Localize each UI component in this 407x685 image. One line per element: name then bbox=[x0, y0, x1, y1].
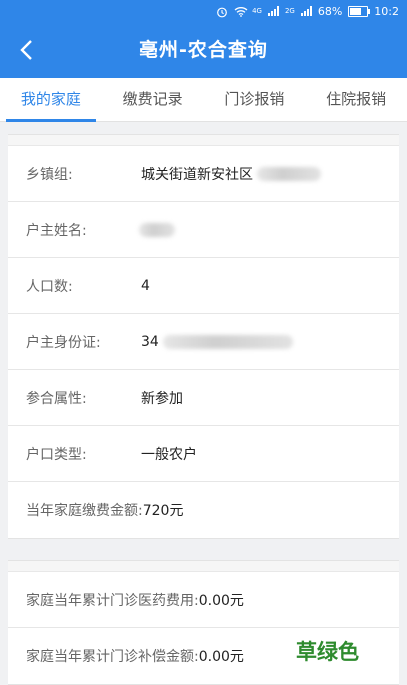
tab-my-family[interactable]: 我的家庭 bbox=[0, 78, 102, 122]
population-value: 4 bbox=[141, 277, 150, 294]
id-value: 34 bbox=[141, 333, 159, 350]
page-title: 亳州-农合查询 bbox=[139, 39, 268, 61]
outpatient-cost-label: 家庭当年累计门诊医药费用: bbox=[26, 592, 199, 609]
id-label: 户主身份证: bbox=[26, 334, 101, 351]
tab-payment-records[interactable]: 缴费记录 bbox=[102, 78, 204, 122]
battery-icon bbox=[348, 5, 371, 17]
outpatient-comp-value: 0.00元 bbox=[198, 649, 244, 665]
fee-value: 720元 bbox=[142, 503, 184, 519]
row-head-name: 户主姓名: bbox=[8, 202, 399, 258]
tab-outpatient-reimbursement[interactable]: 门诊报销 bbox=[204, 78, 306, 122]
battery-percent: 68% bbox=[317, 4, 343, 18]
household-label: 户口类型: bbox=[26, 446, 87, 463]
fee-label: 当年家庭缴费金额: bbox=[26, 503, 143, 519]
status-bar: 4G 2G 68% 10:2 bbox=[0, 0, 407, 22]
card-top-strip bbox=[8, 135, 399, 146]
network-label: 4G bbox=[252, 7, 262, 15]
alarm-icon bbox=[216, 6, 228, 18]
redacted-mask bbox=[139, 222, 175, 237]
outpatient-summary-card: 家庭当年累计门诊医药费用: 0.00元 家庭当年累计门诊补偿金额: 0.00元 bbox=[8, 560, 399, 685]
redacted-mask bbox=[257, 166, 321, 181]
outpatient-cost-value: 0.00元 bbox=[198, 592, 244, 609]
clock: 10:2 bbox=[374, 4, 399, 18]
network2-label: 2G bbox=[284, 7, 295, 15]
card-top-strip bbox=[8, 561, 399, 572]
tab-bar: 我的家庭 缴费记录 门诊报销 住院报销 bbox=[0, 78, 407, 122]
town-label: 乡镇组: bbox=[26, 166, 73, 183]
enroll-label: 参合属性: bbox=[26, 390, 87, 407]
row-outpatient-cost: 家庭当年累计门诊医药费用: 0.00元 bbox=[8, 572, 399, 628]
signal-icon bbox=[267, 6, 279, 16]
row-annual-fee: 当年家庭缴费金额: 720元 bbox=[8, 482, 399, 538]
household-value: 一般农户 bbox=[141, 446, 197, 463]
enroll-value: 新参加 bbox=[141, 390, 183, 407]
head-name-label: 户主姓名: bbox=[26, 222, 87, 239]
town-value: 城关街道新安社区 bbox=[141, 166, 253, 183]
family-info-card: 乡镇组: 城关街道新安社区 户主姓名: 人口数: 4 户主身份证: 34 参合属… bbox=[8, 134, 399, 539]
row-town: 乡镇组: 城关街道新安社区 bbox=[8, 146, 399, 202]
row-id-number: 户主身份证: 34 bbox=[8, 314, 399, 370]
signal2-icon bbox=[300, 6, 312, 16]
row-household-type: 户口类型: 一般农户 bbox=[8, 426, 399, 482]
redacted-mask bbox=[162, 334, 293, 349]
outpatient-comp-label: 家庭当年累计门诊补偿金额: bbox=[26, 649, 199, 665]
row-population: 人口数: 4 bbox=[8, 258, 399, 314]
watermark: 草绿色 bbox=[296, 640, 359, 664]
wifi-icon bbox=[234, 6, 248, 17]
population-label: 人口数: bbox=[26, 278, 73, 295]
app-header: 亳州-农合查询 bbox=[0, 22, 407, 78]
row-enroll-type: 参合属性: 新参加 bbox=[8, 370, 399, 426]
tab-inpatient-reimbursement[interactable]: 住院报销 bbox=[305, 78, 407, 122]
